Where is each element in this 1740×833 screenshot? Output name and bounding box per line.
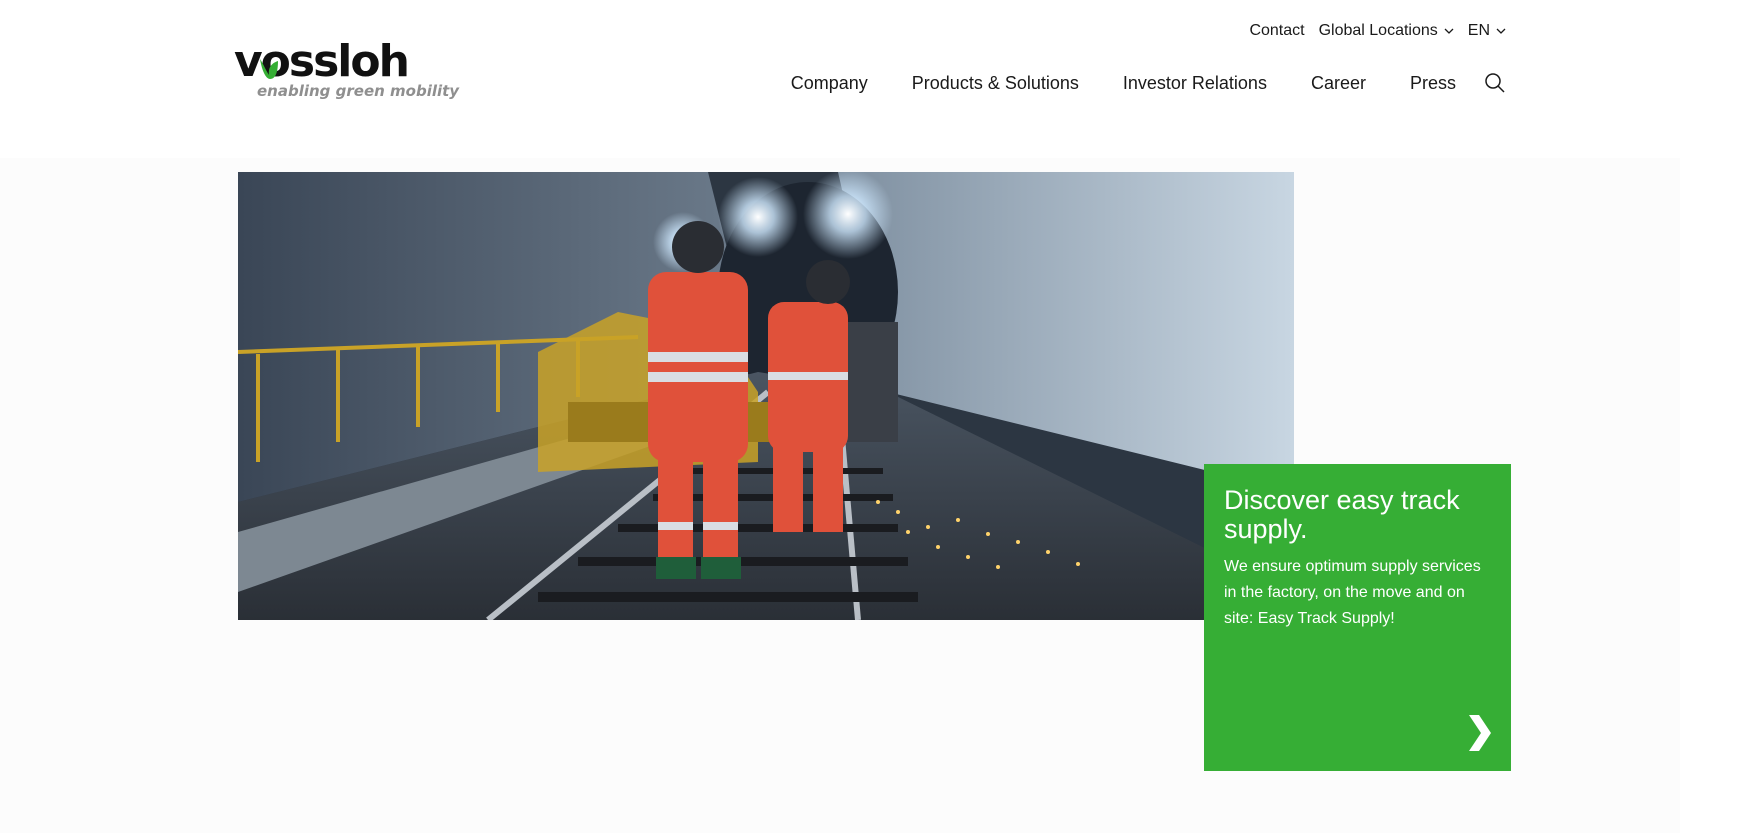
language-label: EN — [1467, 22, 1490, 39]
contact-label: Contact — [1249, 22, 1305, 39]
utility-nav: Contact Global Locations EN — [1249, 22, 1506, 40]
search-icon[interactable] — [1484, 72, 1506, 94]
chevron-right-icon[interactable] — [1465, 713, 1493, 753]
logo-tagline: enabling green mobility — [257, 82, 460, 100]
vossloh-logo[interactable]: vossloh enabling green mobility — [234, 36, 459, 104]
hero-image — [238, 172, 1294, 620]
global-locations-dropdown[interactable]: Global Locations — [1319, 22, 1454, 40]
nav-item-products-solutions[interactable]: Products & Solutions — [912, 73, 1079, 94]
main-nav: Company Products & Solutions Investor Re… — [791, 72, 1506, 94]
leaf-icon — [260, 59, 278, 79]
nav-item-press[interactable]: Press — [1410, 73, 1456, 94]
tunnel-illustration — [238, 172, 1294, 620]
easy-track-supply-card[interactable]: Discover easy track supply. We ensure op… — [1204, 464, 1511, 771]
global-locations-label: Global Locations — [1318, 22, 1438, 39]
contact-link[interactable]: Contact — [1249, 22, 1304, 40]
nav-item-career[interactable]: Career — [1311, 73, 1366, 94]
nav-item-company[interactable]: Company — [791, 73, 868, 94]
language-dropdown[interactable]: EN — [1468, 22, 1506, 40]
promo-title: Discover easy track supply. — [1224, 485, 1460, 544]
site-header: vossloh enabling green mobility Contact … — [0, 0, 1740, 150]
nav-item-investor-relations[interactable]: Investor Relations — [1123, 73, 1267, 94]
promo-description: We ensure optimum supply services in the… — [1224, 558, 1481, 627]
chevron-down-icon — [1444, 28, 1454, 34]
chevron-down-icon — [1496, 28, 1506, 34]
